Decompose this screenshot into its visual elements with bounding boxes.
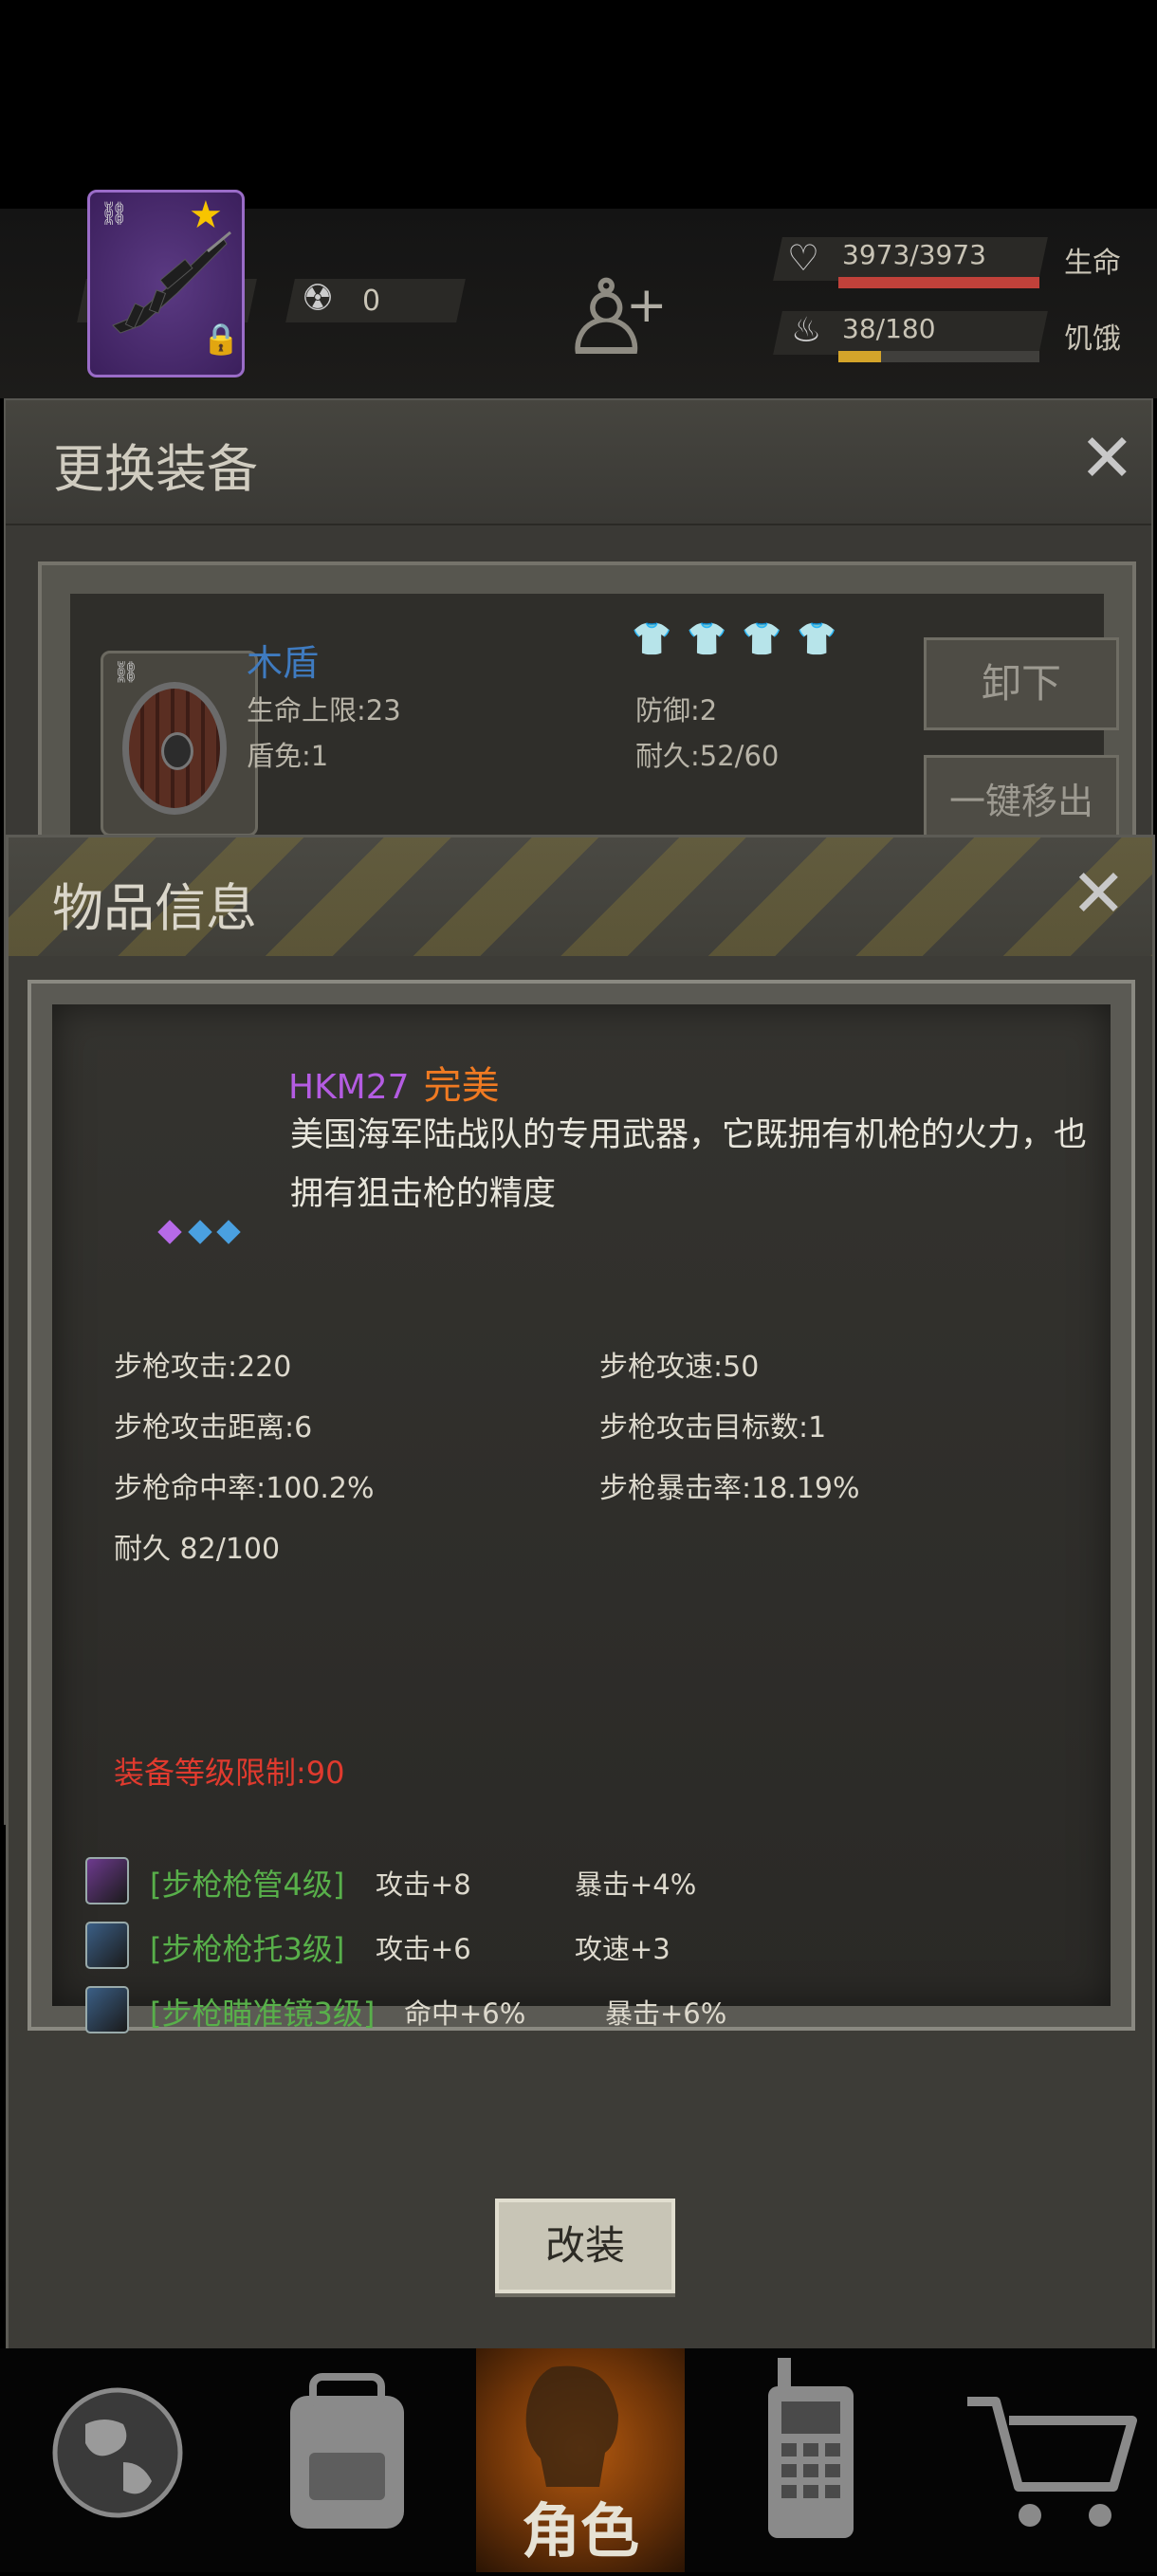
- bottom-nav: 角色: [0, 2348, 1157, 2572]
- attribute-attack: 步枪攻击:220: [114, 1351, 292, 1384]
- item-info-dialog: 物品信息 ✕: [6, 835, 1155, 2358]
- weapon-item-icon[interactable]: ⛓ ★ 🔒: [87, 190, 245, 377]
- mod-value: 攻速+3: [575, 1933, 670, 1965]
- attribute-durability: 耐久 82/100: [114, 1533, 281, 1566]
- barrel-mod-icon[interactable]: [85, 1857, 129, 1904]
- level-limit: 装备等级限制:90: [114, 1755, 345, 1791]
- nav-world[interactable]: [19, 2348, 228, 2572]
- item-quality: 完美: [423, 1064, 500, 1108]
- radiation-icon: ☢: [302, 277, 335, 319]
- dialog-title: 物品信息: [52, 878, 257, 938]
- hunger-label: 饥饿: [1064, 322, 1121, 356]
- mod-value: 命中+6%: [404, 1997, 526, 2030]
- health-bar-fill: [838, 277, 1039, 288]
- item-description: 美国海军陆战队的专用武器，它既拥有机枪的火力，也拥有狙击枪的精度: [290, 1116, 1088, 1213]
- attribute-targets: 步枪攻击目标数:1: [599, 1411, 827, 1444]
- armor-slot-icon: 👕: [742, 620, 782, 658]
- health-label: 生命: [1064, 247, 1121, 280]
- armor-slot-icon: 👕: [687, 620, 727, 658]
- mod-name: [步枪瞄准镜3级]: [150, 1996, 376, 2032]
- rifle-image: [112, 230, 231, 334]
- scope-mod-icon[interactable]: [85, 1986, 129, 2033]
- walkie-talkie-icon: [768, 2358, 854, 2538]
- nav-character[interactable]: 角色: [476, 2348, 685, 2572]
- link-icon: ⛓: [113, 661, 139, 685]
- equip-panel-header: 更换装备 ✕: [6, 400, 1151, 525]
- stock-mod-icon[interactable]: [85, 1922, 129, 1969]
- add-icon: +: [626, 277, 668, 334]
- item-name: HKM27: [288, 1068, 410, 1107]
- mod-value: 攻击+6: [376, 1933, 471, 1965]
- nav-character-label: 角色: [521, 2496, 639, 2566]
- health-value: 3973/3973: [842, 239, 986, 270]
- shopping-cart-icon: [967, 2397, 1137, 2527]
- star-icon: ★: [189, 193, 223, 237]
- equipped-stat: 耐久:52/60: [635, 740, 780, 772]
- shield-boss: [161, 732, 193, 770]
- backpack-icon: [290, 2373, 404, 2529]
- heart-icon: ♡: [787, 237, 820, 279]
- stomach-icon: ♨: [791, 311, 822, 350]
- nav-radio[interactable]: [721, 2348, 929, 2572]
- attribute-hit-rate: 步枪命中率:100.2%: [114, 1472, 375, 1505]
- hunger-bar-fill: [838, 351, 881, 362]
- globe-icon: [52, 2387, 183, 2518]
- radiation-value: 0: [362, 285, 381, 318]
- dialog-header: 物品信息 ✕: [9, 837, 1152, 956]
- close-icon[interactable]: ✕: [1079, 425, 1135, 491]
- equipped-stat: 盾免:1: [247, 740, 329, 772]
- modify-button[interactable]: 改装: [495, 2199, 675, 2293]
- equipped-item-name: 木盾: [247, 642, 320, 684]
- equipped-stat: 防御:2: [635, 694, 718, 727]
- health-bar: [838, 277, 1039, 288]
- attribute-range: 步枪攻击距离:6: [114, 1411, 313, 1444]
- mod-value: 暴击+6%: [605, 1997, 727, 2030]
- shield-item-icon[interactable]: ⛓: [101, 651, 258, 837]
- equipped-stat: 生命上限:23: [247, 694, 401, 727]
- nav-shop[interactable]: [948, 2348, 1157, 2572]
- hunger-value: 38/180: [842, 313, 936, 344]
- hunger-bar: [838, 351, 1039, 362]
- mod-value: 攻击+8: [376, 1868, 471, 1901]
- mod-value: 暴击+4%: [575, 1868, 697, 1901]
- armor-slot-icon: 👕: [632, 620, 672, 658]
- mod-name: [步枪枪托3级]: [150, 1931, 345, 1967]
- link-icon: ⛓: [100, 200, 129, 227]
- lock-icon[interactable]: 🔒: [202, 323, 240, 354]
- attribute-crit-rate: 步枪暴击率:18.19%: [599, 1472, 860, 1505]
- mod-name: [步枪枪管4级]: [150, 1867, 345, 1903]
- armor-slot-icon: 👕: [797, 620, 837, 658]
- wooden-shield-image: [122, 682, 227, 815]
- item-title-row: HKM27 完美: [288, 1055, 500, 1110]
- unequip-button[interactable]: 卸下: [924, 637, 1119, 730]
- equip-panel-title: 更换装备: [53, 439, 258, 499]
- close-icon[interactable]: ✕: [1071, 860, 1127, 927]
- nav-backpack[interactable]: [256, 2348, 465, 2572]
- attribute-attack-speed: 步枪攻速:50: [599, 1351, 760, 1384]
